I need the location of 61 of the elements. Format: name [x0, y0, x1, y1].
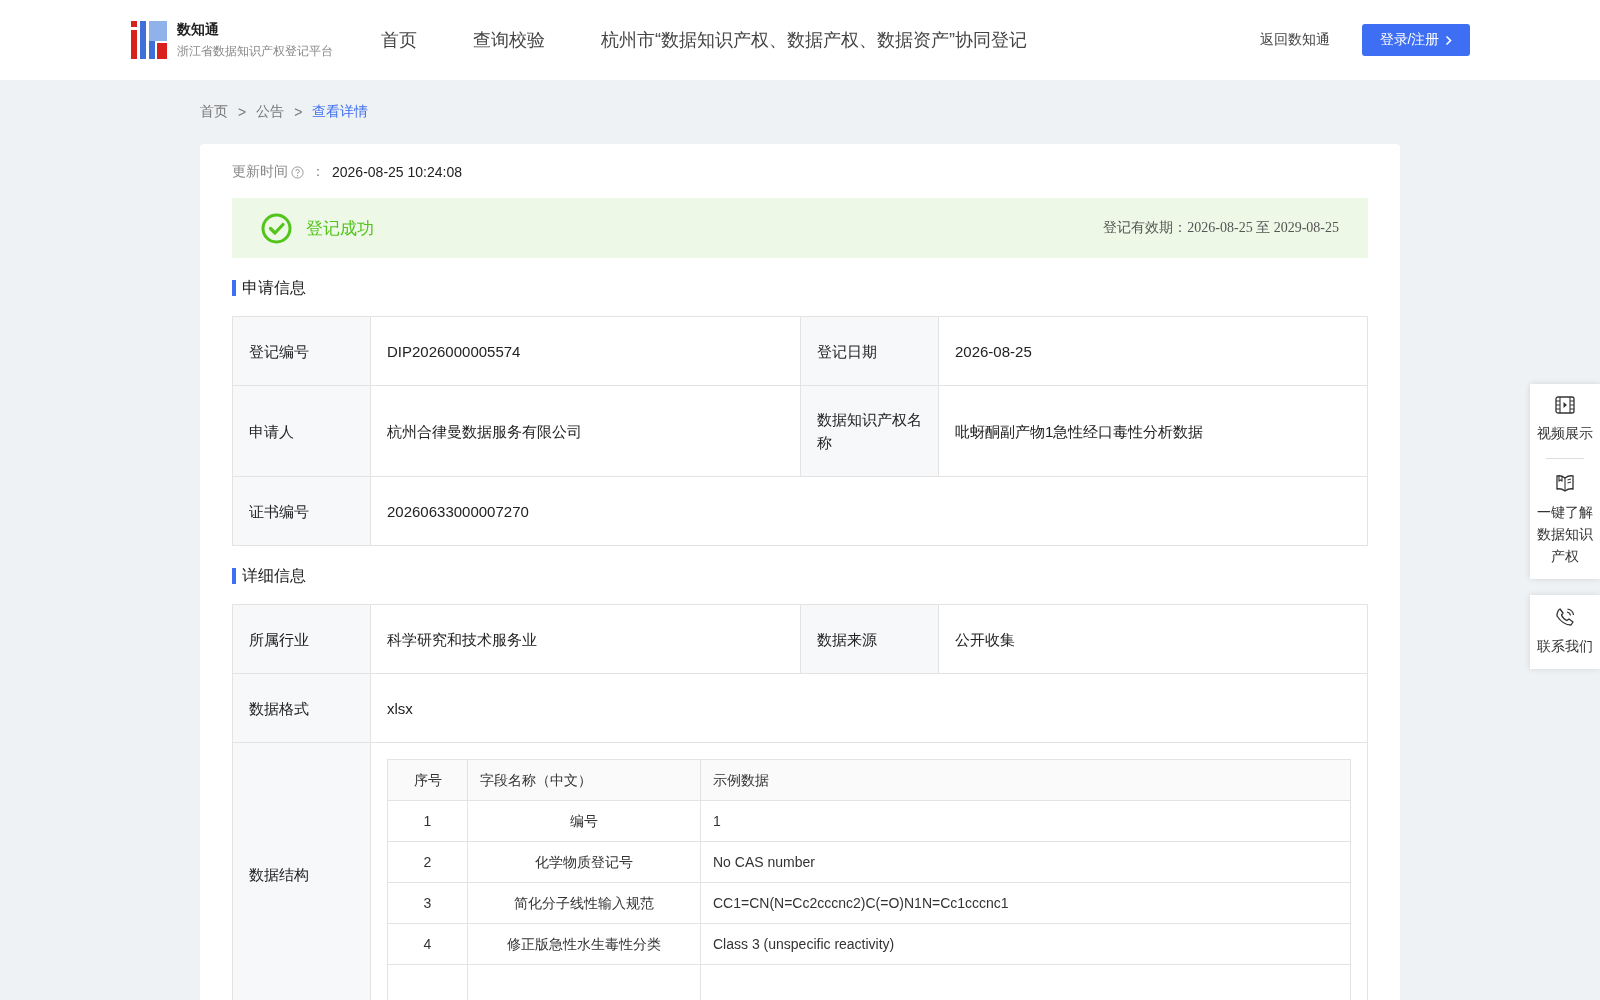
side-link[interactable]: 视频展示: [1537, 422, 1593, 444]
login-button[interactable]: 登录/注册: [1362, 24, 1470, 56]
field-label: 登记编号: [232, 316, 371, 386]
field-value: xlsx: [370, 673, 1368, 743]
field-value: 20260633000007270: [370, 476, 1368, 546]
table-cell: 编号: [467, 800, 701, 842]
table-cell: No CAS number: [700, 841, 1351, 883]
validity-period: 登记有效期：2026-08-25 至 2029-08-25: [1103, 219, 1339, 237]
chevron-icon: [1445, 34, 1453, 46]
table-cell: 3: [387, 882, 468, 924]
book-icon: [1555, 473, 1575, 493]
field-label: 数据知识产权名称: [800, 385, 939, 477]
field-label: 数据来源: [800, 604, 939, 674]
status-label: 登记成功: [306, 217, 375, 240]
field-value: 2026-08-25: [938, 316, 1368, 386]
nav-link[interactable]: 杭州市“数据知识产权、数据产权、数据资产”协同登记: [601, 28, 1027, 52]
breadcrumb-link[interactable]: 首页: [200, 103, 228, 121]
field-value: 科学研究和技术服务业: [370, 604, 801, 674]
column-header: 字段名称（中文）: [467, 759, 701, 801]
table-cell: 1: [700, 800, 1351, 842]
film-icon: [1555, 396, 1575, 414]
update-time: 2026-08-25 10:24:08: [332, 164, 462, 180]
table-cell: 化学物质登记号: [467, 841, 701, 883]
side-link[interactable]: 联系我们: [1537, 635, 1593, 657]
breadcrumb-separator: >: [294, 104, 303, 120]
table-cell: 修正版急性水生毒性分类: [467, 923, 701, 965]
logo-subtitle: 浙江省数据知识产权登记平台: [177, 42, 333, 60]
logo-title: 数知通: [177, 20, 220, 39]
back-link[interactable]: 返回数知通: [1260, 31, 1330, 49]
field-value: 吡蚜酮副产物1急性经口毒性分析数据: [938, 385, 1368, 477]
help-icon: [291, 165, 304, 179]
section-title: 申请信息: [232, 280, 1368, 296]
nav-link[interactable]: 首页: [381, 28, 417, 52]
update-label: 更新时间: [232, 163, 288, 181]
table-cell: Class 3 (unspecific reactivity): [700, 923, 1351, 965]
field-label: 数据格式: [232, 673, 371, 743]
breadcrumb-link[interactable]: 公告: [256, 103, 285, 121]
column-header: 序号: [387, 759, 468, 801]
field-label: 登记日期: [800, 316, 939, 386]
logo-icon: [131, 21, 167, 59]
column-header: 示例数据: [700, 759, 1351, 801]
field-value: DIP2026000005574: [370, 316, 801, 386]
field-label: 数据结构: [232, 742, 371, 1000]
breadcrumb-link[interactable]: 查看详情: [312, 103, 369, 121]
breadcrumb-separator: >: [238, 104, 247, 120]
check-circle-icon: [261, 212, 292, 244]
field-label: 申请人: [232, 385, 371, 477]
field-label: 所属行业: [232, 604, 371, 674]
table-cell: 1: [387, 800, 468, 842]
field-label: 证书编号: [232, 476, 371, 546]
section-title: 详细信息: [232, 568, 1368, 584]
nav-link[interactable]: 查询校验: [473, 28, 545, 52]
table-cell: 4: [387, 923, 468, 965]
table-cell: 简化分子线性输入规范: [467, 882, 701, 924]
table-cell: CC1=CN(N=Cc2cccnc2)C(=O)N1N=Cc1cccnc1: [700, 882, 1351, 924]
update-separator: ：: [311, 163, 325, 181]
phone-icon: [1555, 607, 1575, 627]
field-value: 杭州合律曼数据服务有限公司: [370, 385, 801, 477]
table-cell: 2: [387, 841, 468, 883]
field-value: 公开收集: [938, 604, 1368, 674]
side-link[interactable]: 一键了解数据知识产权: [1537, 501, 1593, 567]
